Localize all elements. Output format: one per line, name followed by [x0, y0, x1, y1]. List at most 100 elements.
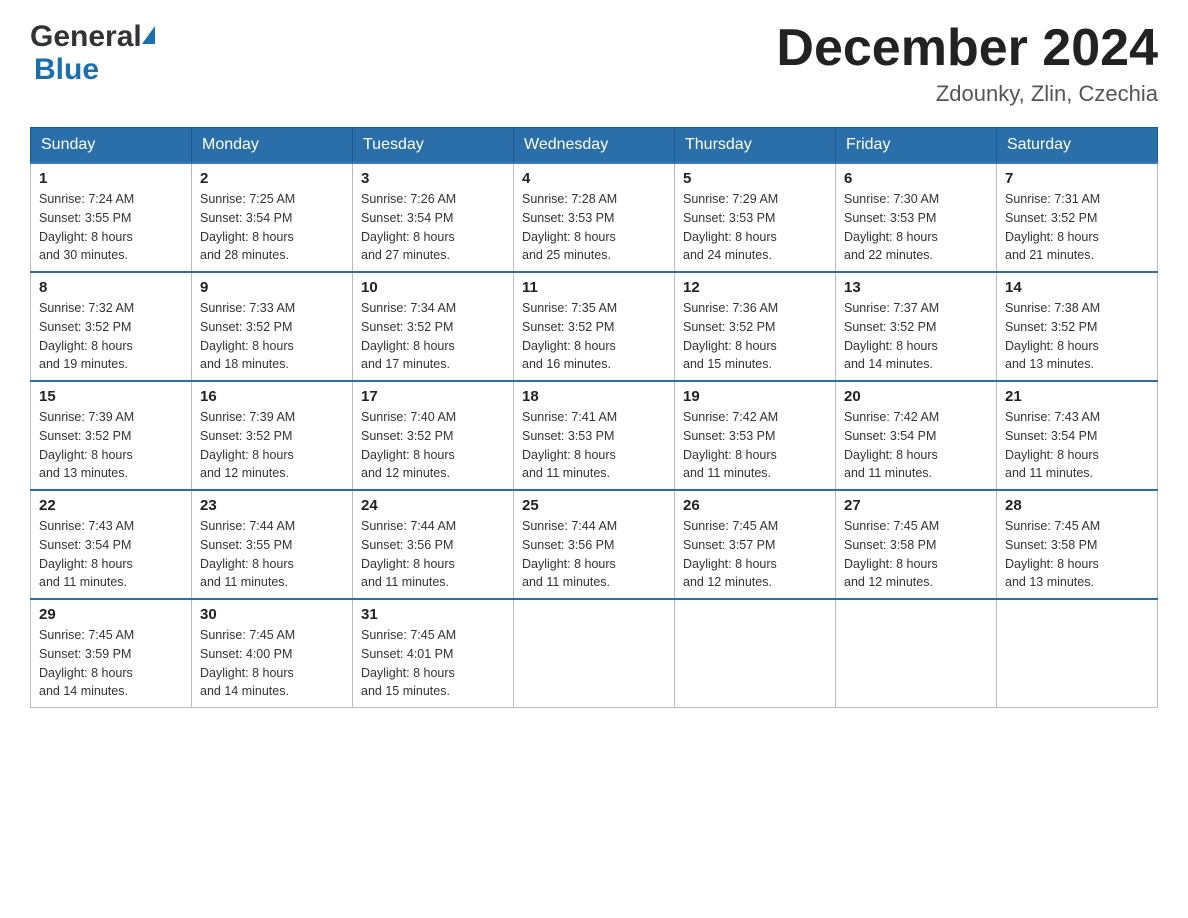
calendar-cell: 5 Sunrise: 7:29 AM Sunset: 3:53 PM Dayli… [675, 163, 836, 272]
calendar-cell [514, 599, 675, 708]
day-number: 16 [200, 388, 344, 405]
day-number: 7 [1005, 170, 1149, 187]
calendar-week-row: 8 Sunrise: 7:32 AM Sunset: 3:52 PM Dayli… [31, 272, 1158, 381]
day-number: 19 [683, 388, 827, 405]
calendar-cell: 28 Sunrise: 7:45 AM Sunset: 3:58 PM Dayl… [997, 490, 1158, 599]
calendar-cell: 13 Sunrise: 7:37 AM Sunset: 3:52 PM Dayl… [836, 272, 997, 381]
calendar-cell: 14 Sunrise: 7:38 AM Sunset: 3:52 PM Dayl… [997, 272, 1158, 381]
calendar-cell: 11 Sunrise: 7:35 AM Sunset: 3:52 PM Dayl… [514, 272, 675, 381]
day-number: 10 [361, 279, 505, 296]
logo-blue: Blue [34, 53, 99, 86]
day-number: 9 [200, 279, 344, 296]
day-number: 14 [1005, 279, 1149, 296]
day-number: 27 [844, 497, 988, 514]
calendar-cell [675, 599, 836, 708]
calendar-cell: 3 Sunrise: 7:26 AM Sunset: 3:54 PM Dayli… [353, 163, 514, 272]
calendar-cell: 19 Sunrise: 7:42 AM Sunset: 3:53 PM Dayl… [675, 381, 836, 490]
calendar-cell: 21 Sunrise: 7:43 AM Sunset: 3:54 PM Dayl… [997, 381, 1158, 490]
calendar-cell: 7 Sunrise: 7:31 AM Sunset: 3:52 PM Dayli… [997, 163, 1158, 272]
weekday-header: Sunday [31, 128, 192, 164]
day-info: Sunrise: 7:30 AM Sunset: 3:53 PM Dayligh… [844, 190, 988, 265]
calendar-cell: 6 Sunrise: 7:30 AM Sunset: 3:53 PM Dayli… [836, 163, 997, 272]
day-info: Sunrise: 7:35 AM Sunset: 3:52 PM Dayligh… [522, 299, 666, 374]
day-number: 22 [39, 497, 183, 514]
day-number: 30 [200, 606, 344, 623]
weekday-header: Wednesday [514, 128, 675, 164]
calendar-cell: 10 Sunrise: 7:34 AM Sunset: 3:52 PM Dayl… [353, 272, 514, 381]
day-info: Sunrise: 7:43 AM Sunset: 3:54 PM Dayligh… [39, 517, 183, 592]
day-number: 17 [361, 388, 505, 405]
calendar-cell: 27 Sunrise: 7:45 AM Sunset: 3:58 PM Dayl… [836, 490, 997, 599]
title-section: December 2024 Zdounky, Zlin, Czechia [776, 20, 1158, 107]
month-year-title: December 2024 [776, 20, 1158, 77]
calendar-cell: 31 Sunrise: 7:45 AM Sunset: 4:01 PM Dayl… [353, 599, 514, 708]
calendar-cell: 8 Sunrise: 7:32 AM Sunset: 3:52 PM Dayli… [31, 272, 192, 381]
calendar-cell: 24 Sunrise: 7:44 AM Sunset: 3:56 PM Dayl… [353, 490, 514, 599]
calendar-week-row: 29 Sunrise: 7:45 AM Sunset: 3:59 PM Dayl… [31, 599, 1158, 708]
day-info: Sunrise: 7:37 AM Sunset: 3:52 PM Dayligh… [844, 299, 988, 374]
day-info: Sunrise: 7:42 AM Sunset: 3:53 PM Dayligh… [683, 408, 827, 483]
day-info: Sunrise: 7:40 AM Sunset: 3:52 PM Dayligh… [361, 408, 505, 483]
weekday-header: Friday [836, 128, 997, 164]
day-number: 1 [39, 170, 183, 187]
calendar-cell: 17 Sunrise: 7:40 AM Sunset: 3:52 PM Dayl… [353, 381, 514, 490]
day-number: 15 [39, 388, 183, 405]
day-info: Sunrise: 7:41 AM Sunset: 3:53 PM Dayligh… [522, 408, 666, 483]
calendar-cell: 22 Sunrise: 7:43 AM Sunset: 3:54 PM Dayl… [31, 490, 192, 599]
day-info: Sunrise: 7:28 AM Sunset: 3:53 PM Dayligh… [522, 190, 666, 265]
calendar-cell: 4 Sunrise: 7:28 AM Sunset: 3:53 PM Dayli… [514, 163, 675, 272]
calendar-cell: 26 Sunrise: 7:45 AM Sunset: 3:57 PM Dayl… [675, 490, 836, 599]
day-number: 31 [361, 606, 505, 623]
calendar-table: SundayMondayTuesdayWednesdayThursdayFrid… [30, 127, 1158, 708]
logo: General Blue [30, 20, 155, 86]
day-number: 18 [522, 388, 666, 405]
weekday-header: Tuesday [353, 128, 514, 164]
day-info: Sunrise: 7:39 AM Sunset: 3:52 PM Dayligh… [200, 408, 344, 483]
day-info: Sunrise: 7:45 AM Sunset: 4:00 PM Dayligh… [200, 626, 344, 701]
day-info: Sunrise: 7:38 AM Sunset: 3:52 PM Dayligh… [1005, 299, 1149, 374]
calendar-cell: 15 Sunrise: 7:39 AM Sunset: 3:52 PM Dayl… [31, 381, 192, 490]
calendar-cell: 30 Sunrise: 7:45 AM Sunset: 4:00 PM Dayl… [192, 599, 353, 708]
day-number: 2 [200, 170, 344, 187]
calendar-cell: 23 Sunrise: 7:44 AM Sunset: 3:55 PM Dayl… [192, 490, 353, 599]
calendar-cell: 18 Sunrise: 7:41 AM Sunset: 3:53 PM Dayl… [514, 381, 675, 490]
day-info: Sunrise: 7:45 AM Sunset: 3:58 PM Dayligh… [844, 517, 988, 592]
day-number: 28 [1005, 497, 1149, 514]
day-number: 25 [522, 497, 666, 514]
location-subtitle: Zdounky, Zlin, Czechia [776, 81, 1158, 107]
day-info: Sunrise: 7:25 AM Sunset: 3:54 PM Dayligh… [200, 190, 344, 265]
calendar-week-row: 15 Sunrise: 7:39 AM Sunset: 3:52 PM Dayl… [31, 381, 1158, 490]
day-info: Sunrise: 7:45 AM Sunset: 3:57 PM Dayligh… [683, 517, 827, 592]
calendar-cell: 20 Sunrise: 7:42 AM Sunset: 3:54 PM Dayl… [836, 381, 997, 490]
calendar-cell: 29 Sunrise: 7:45 AM Sunset: 3:59 PM Dayl… [31, 599, 192, 708]
logo-triangle-icon [142, 26, 155, 44]
day-number: 20 [844, 388, 988, 405]
day-info: Sunrise: 7:29 AM Sunset: 3:53 PM Dayligh… [683, 190, 827, 265]
day-number: 29 [39, 606, 183, 623]
day-number: 3 [361, 170, 505, 187]
day-number: 4 [522, 170, 666, 187]
calendar-cell: 25 Sunrise: 7:44 AM Sunset: 3:56 PM Dayl… [514, 490, 675, 599]
day-number: 12 [683, 279, 827, 296]
day-info: Sunrise: 7:45 AM Sunset: 3:58 PM Dayligh… [1005, 517, 1149, 592]
day-number: 8 [39, 279, 183, 296]
day-info: Sunrise: 7:34 AM Sunset: 3:52 PM Dayligh… [361, 299, 505, 374]
day-number: 6 [844, 170, 988, 187]
weekday-header: Monday [192, 128, 353, 164]
day-number: 24 [361, 497, 505, 514]
day-number: 5 [683, 170, 827, 187]
day-info: Sunrise: 7:31 AM Sunset: 3:52 PM Dayligh… [1005, 190, 1149, 265]
day-info: Sunrise: 7:24 AM Sunset: 3:55 PM Dayligh… [39, 190, 183, 265]
weekday-header-row: SundayMondayTuesdayWednesdayThursdayFrid… [31, 128, 1158, 164]
day-info: Sunrise: 7:45 AM Sunset: 3:59 PM Dayligh… [39, 626, 183, 701]
weekday-header: Saturday [997, 128, 1158, 164]
logo-general: General [30, 20, 142, 53]
day-number: 11 [522, 279, 666, 296]
day-info: Sunrise: 7:44 AM Sunset: 3:56 PM Dayligh… [522, 517, 666, 592]
day-info: Sunrise: 7:33 AM Sunset: 3:52 PM Dayligh… [200, 299, 344, 374]
day-number: 21 [1005, 388, 1149, 405]
day-info: Sunrise: 7:39 AM Sunset: 3:52 PM Dayligh… [39, 408, 183, 483]
page-header: General Blue December 2024 Zdounky, Zlin… [30, 20, 1158, 107]
calendar-cell: 16 Sunrise: 7:39 AM Sunset: 3:52 PM Dayl… [192, 381, 353, 490]
calendar-cell: 1 Sunrise: 7:24 AM Sunset: 3:55 PM Dayli… [31, 163, 192, 272]
